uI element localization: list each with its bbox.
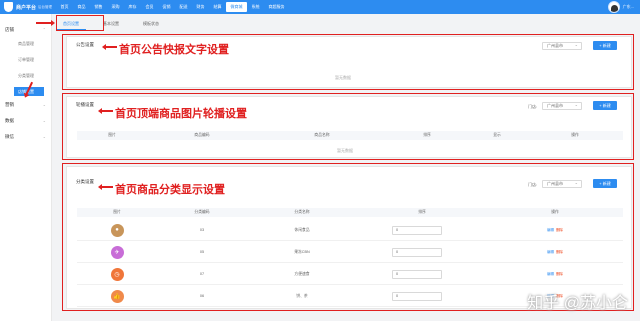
nav-service[interactable]: 商超服务 [264,0,289,14]
logo[interactable]: 商户平台 后台管理 [0,2,56,12]
nav-stock[interactable]: 库存 [124,0,141,14]
category-annotation-arrow [98,184,113,189]
chevron-down-icon: ⌄ [42,134,46,139]
carousel-annotation-arrow [98,108,113,113]
user-name[interactable]: 广东... [623,4,634,10]
chevron-up-icon: ⌃ [42,27,46,32]
sidebar-group-wechat[interactable]: 微信 ⌄ [0,131,51,143]
nav-microstore[interactable]: 微商城 [226,2,247,12]
sidebar-group-data[interactable]: 数据 ⌄ [0,115,51,127]
nav-goods[interactable]: 商品 [73,0,90,14]
nav-member[interactable]: 会员 [141,0,158,14]
chevron-down-icon: ⌄ [42,102,46,107]
top-navbar: 商户平台 后台管理 首页 商品 销售 采购 库存 会员 促销 配送 财务 结算 … [0,0,640,14]
avatar[interactable] [607,1,620,13]
category-annotation-text: 首页商品分类显示设置 [115,184,225,196]
nav-promotion[interactable]: 促销 [158,0,175,14]
nav-sales[interactable]: 销售 [90,0,107,14]
logo-subtitle: 后台管理 [38,4,53,9]
tab-annotation-arrow [36,20,55,25]
user-menu[interactable]: 广东... [607,1,634,13]
carousel-annotation-text: 首页顶端商品图片轮播设置 [115,108,247,120]
nav-settlement[interactable]: 结算 [209,0,226,14]
nav-purchase[interactable]: 采购 [107,0,124,14]
carousel-annotation-box [62,93,634,160]
sidebar-group-label: 数据 [5,118,14,123]
sidebar-item-orders[interactable]: 订单管理 [0,52,51,68]
nav-delivery[interactable]: 配送 [175,0,192,14]
tab-template-status[interactable]: 模板状态 [136,18,166,30]
sidebar-group-marketing[interactable]: 营销 ⌄ [0,99,51,111]
nav-finance[interactable]: 财务 [192,0,209,14]
notice-annotation-text: 首页公告快报文字设置 [119,44,229,56]
sidebar-group-label: 微信 [5,134,14,139]
sidebar-group-store[interactable]: 店铺 ⌃ [0,24,51,36]
nav-home[interactable]: 首页 [56,0,73,14]
sidebar-group-label: 营销 [5,102,14,107]
main-nav: 首页 商品 销售 采购 库存 会员 促销 配送 财务 结算 微商城 系统 商超服… [56,0,289,14]
chevron-down-icon: ⌄ [42,118,46,123]
notice-annotation-arrow [102,44,117,49]
sidebar-item-goods[interactable]: 商品管理 [0,36,51,52]
shield-logo-icon [4,2,13,12]
tab-annotation-box [56,15,104,31]
sidebar: 店铺 ⌃ 商品管理 订单管理 分类管理 店铺设置 营销 ⌄ 数据 ⌄ 微信 ⌄ [0,14,52,321]
logo-title: 商户平台 [16,4,37,11]
sidebar-group-label: 店铺 [5,27,14,32]
watermark: 知乎 @苏小仑 [527,295,628,312]
nav-system[interactable]: 系统 [247,0,264,14]
sidebar-item-categories[interactable]: 分类管理 [0,68,51,84]
